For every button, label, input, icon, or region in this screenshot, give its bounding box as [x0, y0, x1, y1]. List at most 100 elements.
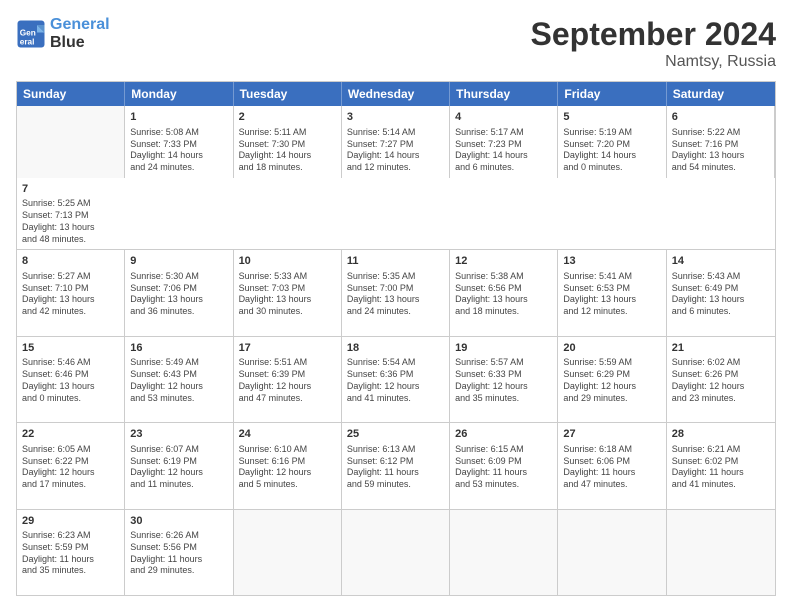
cell-info: Sunrise: 5:35 AMSunset: 7:00 PMDaylight:… — [347, 271, 444, 318]
calendar-cell-4-1: 30Sunrise: 6:26 AMSunset: 5:56 PMDayligh… — [125, 510, 233, 595]
day-number: 6 — [672, 110, 769, 125]
cell-info: Sunrise: 5:27 AMSunset: 7:10 PMDaylight:… — [22, 271, 119, 318]
cell-info: Sunrise: 6:26 AMSunset: 5:56 PMDaylight:… — [130, 530, 227, 577]
calendar-cell-3-3: 25 Sunrise: 6:13 AMSunset: 6:12 PMDayligh… — [342, 423, 450, 508]
header-day-thursday: Thursday — [450, 82, 558, 106]
logo-text: General Blue — [50, 16, 110, 51]
day-number: 7 — [22, 182, 120, 197]
calendar-cell-2-4: 19Sunrise: 5:57 AMSunset: 6:33 PMDayligh… — [450, 337, 558, 422]
calendar-cell-1-6: 14Sunrise: 5:43 AMSunset: 6:49 PMDayligh… — [667, 250, 775, 335]
cell-info: Sunrise: 6:18 AMSunset: 6:06 PMDaylight:… — [563, 444, 660, 491]
svg-text:Gen: Gen — [20, 28, 36, 37]
day-number: 12 — [455, 254, 552, 269]
day-number: 2 — [239, 110, 336, 125]
day-number: 8 — [22, 254, 119, 269]
day-number: 1 — [130, 110, 227, 125]
calendar-cell-1-2: 10 Sunrise: 5:33 AMSunset: 7:03 PMDayligh… — [234, 250, 342, 335]
calendar-cell-0-4: 4 Sunrise: 5:17 AMSunset: 7:23 PMDaylight… — [450, 106, 558, 178]
cell-info: Sunrise: 5:54 AMSunset: 6:36 PMDaylight:… — [347, 357, 444, 404]
cell-info: Sunrise: 5:51 AMSunset: 6:39 PMDaylight:… — [239, 357, 336, 404]
cell-info: Sunrise: 5:30 AMSunset: 7:06 PMDaylight:… — [130, 271, 227, 318]
calendar-cell-4-6 — [667, 510, 775, 595]
calendar-cell-3-4: 26Sunrise: 6:15 AMSunset: 6:09 PMDayligh… — [450, 423, 558, 508]
day-number: 9 — [130, 254, 227, 269]
cell-info: Sunrise: 6:21 AMSunset: 6:02 PMDaylight:… — [672, 444, 770, 491]
day-number: 17 — [239, 341, 336, 356]
calendar-cell-3-2: 24Sunrise: 6:10 AMSunset: 6:16 PMDayligh… — [234, 423, 342, 508]
day-number: 18 — [347, 341, 444, 356]
calendar-cell-1-3: 11Sunrise: 5:35 AMSunset: 7:00 PMDayligh… — [342, 250, 450, 335]
cell-info: Sunrise: 5:11 AMSunset: 7:30 PMDaylight:… — [239, 127, 336, 174]
header-day-tuesday: Tuesday — [234, 82, 342, 106]
header-day-saturday: Saturday — [667, 82, 775, 106]
calendar-cell-2-0: 15Sunrise: 5:46 AMSunset: 6:46 PMDayligh… — [17, 337, 125, 422]
calendar-cell-2-3: 18Sunrise: 5:54 AMSunset: 6:36 PMDayligh… — [342, 337, 450, 422]
calendar-cell-2-2: 17Sunrise: 5:51 AMSunset: 6:39 PMDayligh… — [234, 337, 342, 422]
day-number: 25 — [347, 427, 444, 442]
cell-info: Sunrise: 6:15 AMSunset: 6:09 PMDaylight:… — [455, 444, 552, 491]
logo-icon: Gen eral — [16, 19, 46, 49]
header: Gen eral General Blue September 2024 Nam… — [16, 16, 776, 71]
location: Namtsy, Russia — [531, 53, 776, 71]
day-number: 4 — [455, 110, 552, 125]
cell-info: Sunrise: 5:17 AMSunset: 7:23 PMDaylight:… — [455, 127, 552, 174]
calendar-cell-4-3 — [342, 510, 450, 595]
header-day-wednesday: Wednesday — [342, 82, 450, 106]
cell-info: Sunrise: 5:33 AMSunset: 7:03 PMDaylight:… — [239, 271, 336, 318]
cell-info: Sunrise: 5:25 AMSunset: 7:13 PMDaylight:… — [22, 198, 120, 245]
cell-info: Sunrise: 5:14 AMSunset: 7:27 PMDaylight:… — [347, 127, 444, 174]
header-day-friday: Friday — [558, 82, 666, 106]
day-number: 23 — [130, 427, 227, 442]
day-number: 27 — [563, 427, 660, 442]
day-number: 16 — [130, 341, 227, 356]
svg-text:eral: eral — [20, 37, 35, 46]
calendar-cell-1-1: 9 Sunrise: 5:30 AMSunset: 7:06 PMDaylight… — [125, 250, 233, 335]
cell-info: Sunrise: 6:13 AMSunset: 6:12 PMDaylight:… — [347, 444, 444, 491]
day-number: 14 — [672, 254, 770, 269]
calendar-row-1: 8 Sunrise: 5:27 AMSunset: 7:10 PMDaylight… — [17, 250, 775, 336]
cell-info: Sunrise: 5:46 AMSunset: 6:46 PMDaylight:… — [22, 357, 119, 404]
calendar-body: 1Sunrise: 5:08 AMSunset: 7:33 PMDaylight… — [17, 106, 775, 595]
day-number: 5 — [563, 110, 660, 125]
logo: Gen eral General Blue — [16, 16, 110, 51]
day-number: 28 — [672, 427, 770, 442]
calendar-header: SundayMondayTuesdayWednesdayThursdayFrid… — [17, 82, 775, 106]
calendar-row-2: 15Sunrise: 5:46 AMSunset: 6:46 PMDayligh… — [17, 337, 775, 423]
header-day-monday: Monday — [125, 82, 233, 106]
cell-info: Sunrise: 5:49 AMSunset: 6:43 PMDaylight:… — [130, 357, 227, 404]
cell-info: Sunrise: 6:02 AMSunset: 6:26 PMDaylight:… — [672, 357, 770, 404]
calendar-cell-0-5: 5Sunrise: 5:19 AMSunset: 7:20 PMDaylight… — [558, 106, 666, 178]
calendar-cell-1-5: 13 Sunrise: 5:41 AMSunset: 6:53 PMDayligh… — [558, 250, 666, 335]
day-number: 19 — [455, 341, 552, 356]
header-day-sunday: Sunday — [17, 82, 125, 106]
day-number: 30 — [130, 514, 227, 529]
calendar-cell-0-3: 3Sunrise: 5:14 AMSunset: 7:27 PMDaylight… — [342, 106, 450, 178]
calendar-cell-3-5: 27 Sunrise: 6:18 AMSunset: 6:06 PMDayligh… — [558, 423, 666, 508]
day-number: 15 — [22, 341, 119, 356]
calendar-row-0: 1Sunrise: 5:08 AMSunset: 7:33 PMDaylight… — [17, 106, 775, 250]
day-number: 29 — [22, 514, 119, 529]
title-block: September 2024 Namtsy, Russia — [531, 16, 776, 71]
calendar-cell-3-0: 22Sunrise: 6:05 AMSunset: 6:22 PMDayligh… — [17, 423, 125, 508]
calendar-cell-0-6: 6Sunrise: 5:22 AMSunset: 7:16 PMDaylight… — [667, 106, 775, 178]
cell-info: Sunrise: 6:07 AMSunset: 6:19 PMDaylight:… — [130, 444, 227, 491]
day-number: 24 — [239, 427, 336, 442]
cell-info: Sunrise: 5:41 AMSunset: 6:53 PMDaylight:… — [563, 271, 660, 318]
day-number: 10 — [239, 254, 336, 269]
calendar-cell-2-6: 21Sunrise: 6:02 AMSunset: 6:26 PMDayligh… — [667, 337, 775, 422]
calendar-cell-0-0 — [17, 106, 125, 178]
calendar: SundayMondayTuesdayWednesdayThursdayFrid… — [16, 81, 776, 596]
calendar-cell-4-0: 29Sunrise: 6:23 AMSunset: 5:59 PMDayligh… — [17, 510, 125, 595]
day-number: 22 — [22, 427, 119, 442]
calendar-row-3: 22Sunrise: 6:05 AMSunset: 6:22 PMDayligh… — [17, 423, 775, 509]
calendar-cell-1-0: 8 Sunrise: 5:27 AMSunset: 7:10 PMDaylight… — [17, 250, 125, 335]
calendar-cell-4-4 — [450, 510, 558, 595]
day-number: 13 — [563, 254, 660, 269]
cell-info: Sunrise: 6:23 AMSunset: 5:59 PMDaylight:… — [22, 530, 119, 577]
calendar-page: Gen eral General Blue September 2024 Nam… — [0, 0, 792, 612]
calendar-cell-4-2 — [234, 510, 342, 595]
cell-info: Sunrise: 5:57 AMSunset: 6:33 PMDaylight:… — [455, 357, 552, 404]
calendar-cell-4-5 — [558, 510, 666, 595]
calendar-cell-2-5: 20Sunrise: 5:59 AMSunset: 6:29 PMDayligh… — [558, 337, 666, 422]
calendar-cell-3-1: 23 Sunrise: 6:07 AMSunset: 6:19 PMDayligh… — [125, 423, 233, 508]
